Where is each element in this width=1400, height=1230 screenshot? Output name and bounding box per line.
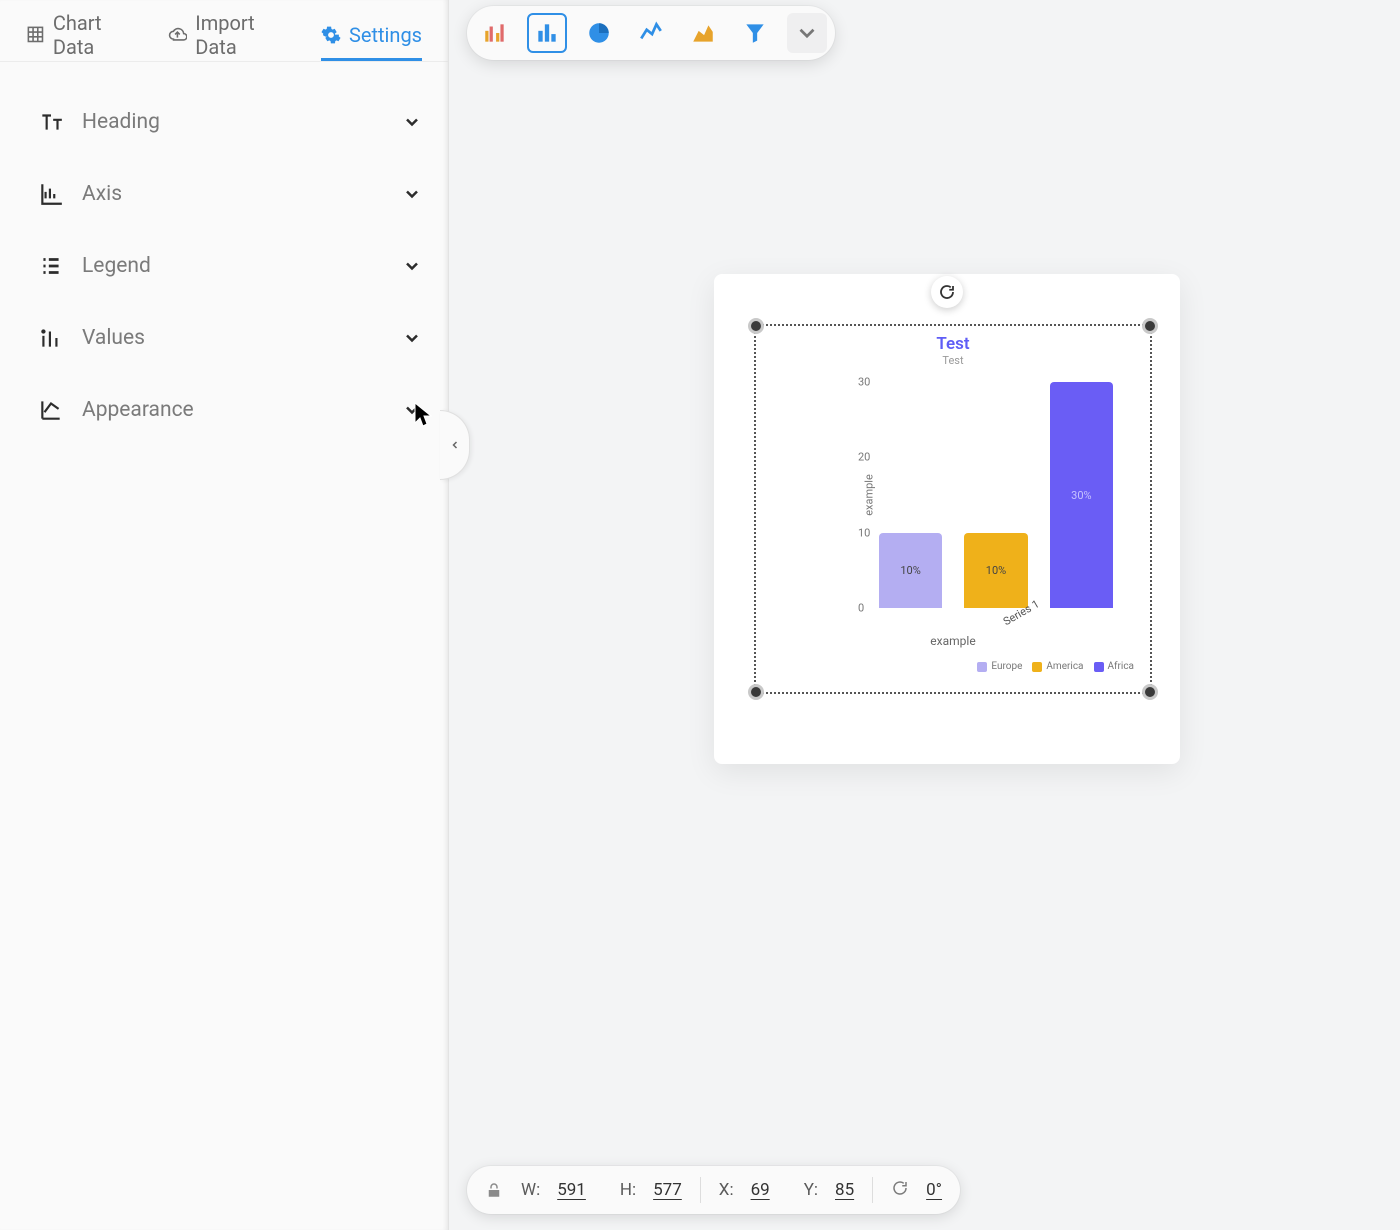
chevron-down-icon [402, 328, 422, 348]
gear-icon [321, 25, 341, 45]
legend-label: Africa [1108, 661, 1135, 672]
chart-subtitle[interactable]: Test [756, 354, 1150, 367]
y-tick: 0 [858, 602, 864, 615]
x-axis-label: example [756, 634, 1150, 648]
chart-plot-area: example 0 10 20 30 10% 10% [812, 382, 1134, 608]
axis-icon [38, 181, 64, 207]
chart-type-bar-grouped[interactable] [475, 13, 515, 53]
rotate-handle[interactable] [931, 276, 963, 308]
section-heading[interactable]: Heading [38, 86, 422, 158]
legend-item-africa[interactable]: Africa [1094, 661, 1135, 672]
chart-type-pie[interactable] [579, 13, 619, 53]
tab-label: Chart Data [53, 11, 143, 59]
chevron-down-icon [402, 184, 422, 204]
width-label: W: [521, 1180, 540, 1200]
legend-swatch [977, 662, 987, 672]
resize-handle-tr[interactable] [1142, 318, 1158, 334]
legend-label: America [1046, 661, 1083, 672]
tab-label: Import Data [195, 11, 295, 59]
y-label: Y: [804, 1180, 818, 1200]
section-label: Heading [82, 110, 402, 134]
chart-object[interactable]: Test Test example 0 10 20 30 10% [714, 274, 1180, 764]
chart-type-toolbar [467, 6, 835, 60]
selection-bounding-box[interactable]: Test Test example 0 10 20 30 10% [754, 324, 1152, 694]
x-label: X: [719, 1180, 734, 1200]
divider [700, 1177, 701, 1203]
section-label: Axis [82, 182, 402, 206]
status-bar: W: 591 H: 577 X: 69 Y: 85 0° [467, 1166, 960, 1214]
bar-africa[interactable]: 30% [1050, 382, 1113, 608]
tab-import-data[interactable]: Import Data [168, 8, 295, 61]
bar-value-label: 10% [986, 564, 1006, 577]
tab-label: Settings [349, 23, 422, 47]
legend-item-america[interactable]: America [1032, 661, 1083, 672]
section-label: Appearance [82, 398, 402, 422]
sidebar-tabs: Chart Data Import Data Settings [0, 8, 448, 62]
tab-chart-data[interactable]: Chart Data [26, 8, 142, 61]
text-icon [38, 109, 64, 135]
height-label: H: [620, 1180, 636, 1200]
chevron-down-icon [402, 256, 422, 276]
settings-sections: Heading Axis Legend [0, 62, 448, 446]
bar-value-label: 30% [1071, 489, 1091, 502]
y-tick: 30 [858, 376, 870, 389]
list-icon [38, 253, 64, 279]
bar-europe[interactable]: 10% [879, 533, 942, 608]
rotation-value[interactable]: 0° [926, 1180, 942, 1200]
section-appearance[interactable]: Appearance [38, 374, 422, 446]
x-value[interactable]: 69 [751, 1180, 770, 1200]
settings-sidebar: Chart Data Import Data Settings Head [0, 0, 449, 1230]
legend-label: Europe [991, 661, 1022, 672]
resize-handle-br[interactable] [1142, 684, 1158, 700]
chart-title[interactable]: Test [756, 334, 1150, 354]
section-values[interactable]: Values [38, 302, 422, 374]
lock-icon[interactable] [485, 1181, 503, 1199]
legend-swatch [1094, 662, 1104, 672]
divider [872, 1177, 873, 1203]
resize-handle-bl[interactable] [748, 684, 764, 700]
chart-legend: Europe America Africa [977, 661, 1134, 672]
cloud-upload-icon [168, 25, 187, 45]
values-icon [38, 325, 64, 351]
y-tick: 10 [858, 526, 870, 539]
chart-type-line[interactable] [631, 13, 671, 53]
app-root: Chart Data Import Data Settings Head [0, 0, 1400, 1230]
tab-settings[interactable]: Settings [321, 8, 422, 61]
bar-value-label: 10% [900, 564, 920, 577]
y-tick: 20 [858, 451, 870, 464]
width-value[interactable]: 591 [557, 1180, 586, 1200]
sidebar-resize-edge[interactable] [442, 0, 448, 1230]
height-value[interactable]: 577 [653, 1180, 682, 1200]
grid-icon [26, 25, 45, 45]
chevron-down-icon [402, 400, 422, 420]
bar-america[interactable]: 10% [964, 533, 1027, 608]
section-label: Values [82, 326, 402, 350]
bars-area: 10% 10% 30% Series 1 [874, 382, 1118, 608]
chart-type-funnel[interactable] [735, 13, 775, 53]
section-axis[interactable]: Axis [38, 158, 422, 230]
chevron-down-icon [402, 112, 422, 132]
canvas[interactable]: Test Test example 0 10 20 30 10% [449, 0, 1400, 1230]
resize-handle-tl[interactable] [748, 318, 764, 334]
y-value[interactable]: 85 [835, 1180, 854, 1200]
style-icon [38, 397, 64, 423]
chart-type-bar[interactable] [527, 13, 567, 53]
section-legend[interactable]: Legend [38, 230, 422, 302]
section-label: Legend [82, 254, 402, 278]
rotate-icon[interactable] [891, 1179, 909, 1202]
chart-type-more[interactable] [787, 13, 827, 53]
chart-type-area[interactable] [683, 13, 723, 53]
legend-item-europe[interactable]: Europe [977, 661, 1022, 672]
legend-swatch [1032, 662, 1042, 672]
